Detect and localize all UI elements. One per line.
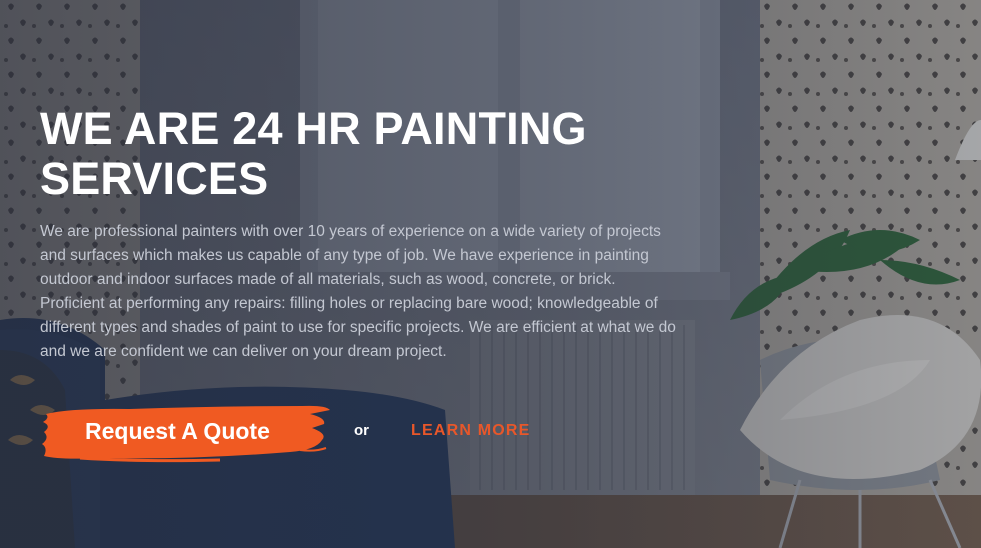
hero-title-line-1: WE ARE 24 HR PAINTING <box>40 103 587 154</box>
hero-section: WE ARE 24 HR PAINTING SERVICES We are pr… <box>0 0 981 548</box>
request-quote-label: Request A Quote <box>85 418 270 444</box>
hero-description-line: Proficient at performing any repairs: fi… <box>40 295 658 312</box>
hero-description-line: outdoor and indoor surfaces made of all … <box>40 271 616 288</box>
cta-row: Request A Quote or LEARN MORE <box>40 400 560 464</box>
hero-title-line-2: SERVICES <box>40 153 269 204</box>
hero-description-line: We are professional painters with over 1… <box>40 223 661 240</box>
hero-description-line: and we are confident we can deliver on y… <box>40 343 447 360</box>
request-quote-button[interactable]: Request A Quote <box>40 400 332 464</box>
hero-description: We are professional painters with over 1… <box>40 220 750 364</box>
hero-description-line: different types and shades of paint to u… <box>40 319 676 336</box>
learn-more-link[interactable]: LEARN MORE <box>411 422 531 440</box>
hero-title: WE ARE 24 HR PAINTING SERVICES <box>40 104 750 204</box>
or-separator: or <box>354 422 369 439</box>
hero-content: WE ARE 24 HR PAINTING SERVICES We are pr… <box>40 104 750 364</box>
hero-description-line: and surfaces which makes us capable of a… <box>40 247 649 264</box>
